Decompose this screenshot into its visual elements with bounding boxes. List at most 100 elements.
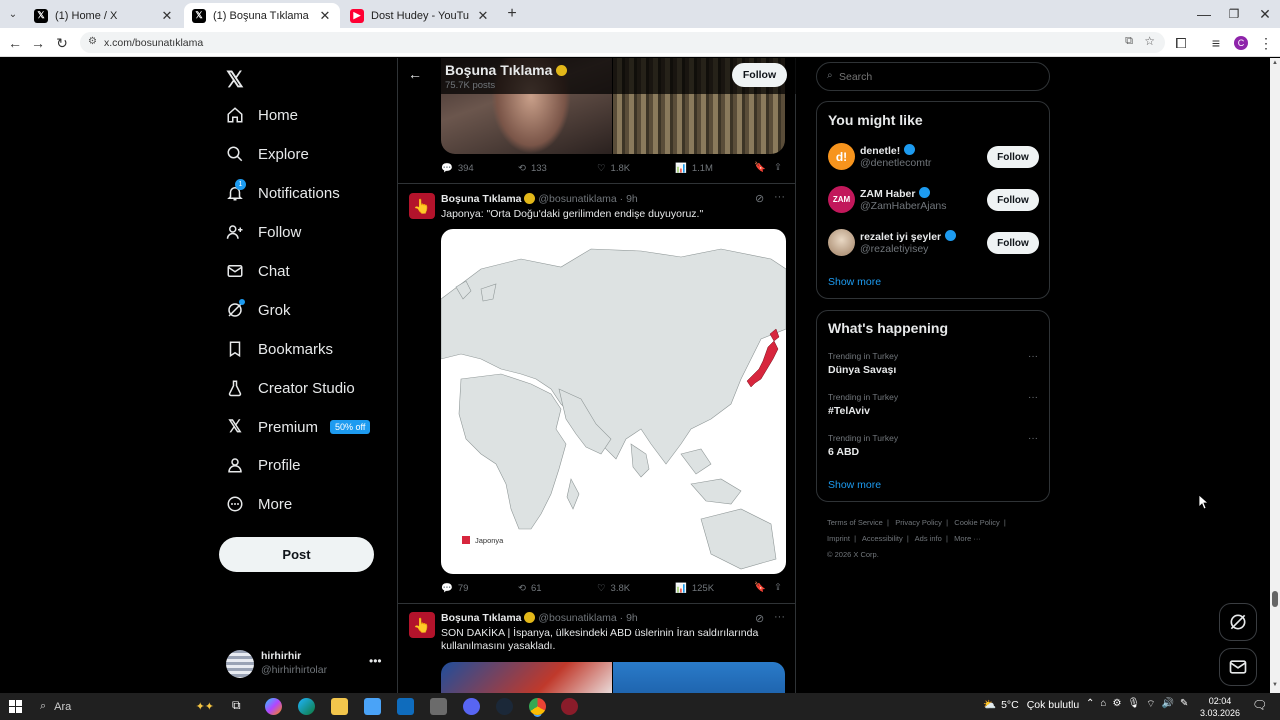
back-arrow-icon[interactable]: ← [408, 66, 422, 82]
tweet-avatar[interactable]: 👆 [409, 193, 435, 219]
search-box[interactable]: ⌕ [816, 62, 1050, 91]
more-options-icon[interactable]: ··· [774, 191, 785, 203]
wifi-icon[interactable]: ⌔ [1146, 698, 1155, 711]
notification-center-icon[interactable]: 🗨 [1252, 698, 1267, 712]
show-more-link[interactable]: Show more [828, 276, 881, 288]
messages-floating-button[interactable] [1219, 648, 1257, 686]
chevron-up-icon[interactable]: ⌃ [1086, 698, 1094, 711]
reply-action[interactable]: 💬 394 [441, 163, 474, 174]
tab-search-icon[interactable]: ⌄ [4, 5, 22, 23]
pen-icon[interactable]: ✎ [1180, 698, 1188, 711]
x-logo-icon[interactable]: 𝕏 [226, 67, 244, 93]
share-action[interactable]: ⇪ [774, 162, 782, 173]
sidebar-item-grok[interactable]: Grok [226, 299, 291, 319]
browser-menu-icon[interactable]: ⋮ [1257, 34, 1275, 52]
sidebar-item-profile[interactable]: Profile [226, 456, 301, 474]
like-action[interactable]: ♡ 1.8K [597, 163, 630, 174]
new-tab-icon[interactable]: + [503, 5, 521, 23]
tab-youtube[interactable]: ▶ Dost Hudey - YouTube ✕ [342, 3, 498, 28]
app-icon[interactable] [430, 698, 447, 715]
footer-link[interactable]: Accessibility [862, 534, 903, 543]
sidebar-item-explore[interactable]: Explore [226, 145, 309, 163]
post-button[interactable]: Post [219, 537, 374, 572]
trend-item[interactable]: Trending in Turkey Dünya Savaşı ··· [828, 351, 1038, 376]
search-input[interactable] [839, 68, 1039, 85]
more-options-icon[interactable]: ··· [1028, 433, 1038, 444]
close-icon[interactable]: ✕ [476, 8, 490, 24]
follow-button[interactable]: Follow [987, 232, 1039, 254]
sidebar-item-chat[interactable]: Chat [226, 262, 290, 280]
bookmark-star-icon[interactable]: ☆ [1144, 34, 1155, 48]
sidebar-item-bookmarks[interactable]: Bookmarks [226, 340, 333, 358]
sidebar-item-follow[interactable]: Follow [226, 223, 301, 241]
tweet-author-name[interactable]: Boşuna Tıklama [441, 612, 522, 624]
back-icon[interactable]: ← [6, 34, 24, 52]
footer-link[interactable]: Cookie Policy [954, 518, 999, 527]
tab-profile[interactable]: 𝕏 (1) Boşuna Tıklama (@bosunati... ✕ [184, 3, 340, 28]
install-app-icon[interactable]: ⧉ [1125, 35, 1133, 48]
tweet-handle[interactable]: @bosunatiklama [538, 612, 616, 624]
steam-icon[interactable] [496, 698, 513, 715]
scroll-up-icon[interactable]: ▲ [1272, 60, 1278, 66]
follow-button[interactable]: Follow [732, 63, 787, 87]
bookmark-action[interactable]: 🔖 [754, 582, 766, 593]
scroll-down-icon[interactable]: ▼ [1272, 682, 1278, 688]
account-switcher[interactable]: hirhirhir @hirhirhirtolar ••• [226, 648, 386, 682]
suggestion-row[interactable]: ZAM ZAM Haber @ZamHaberAjans Follow [817, 183, 1049, 219]
repost-action[interactable]: ⟲ 133 [518, 163, 547, 174]
footer-link[interactable]: Ads info [915, 534, 942, 543]
sidebar-item-premium[interactable]: 𝕏 Premium 50% off [226, 417, 371, 436]
more-options-icon[interactable]: ··· [774, 611, 785, 623]
weather-widget[interactable]: ⛅ 5°C Çok bulutlu [983, 698, 1079, 712]
sidebar-item-home[interactable]: Home [226, 106, 298, 124]
bookmark-action[interactable]: 🔖 [754, 162, 766, 173]
tab-home[interactable]: 𝕏 (1) Home / X ✕ [26, 3, 182, 28]
store-icon[interactable] [364, 698, 381, 715]
minimize-icon[interactable]: — [1195, 5, 1213, 23]
like-action[interactable]: ♡ 3.8K [597, 583, 630, 594]
tweet-media-left[interactable] [441, 662, 612, 693]
more-options-icon[interactable]: ··· [1028, 351, 1038, 362]
more-options-icon[interactable]: ··· [1028, 392, 1038, 403]
tweet-avatar[interactable]: 👆 [409, 612, 435, 638]
footer-link[interactable]: Imprint [827, 534, 850, 543]
tweet-media-map[interactable]: Japonya [441, 229, 786, 574]
suggestion-row[interactable]: d! denetle! @denetlecomtr Follow [817, 140, 1049, 176]
edge-icon[interactable] [298, 698, 315, 715]
tweet-media-right[interactable] [613, 662, 785, 693]
sidebar-item-creator-studio[interactable]: Creator Studio [226, 379, 355, 397]
taskbar-search[interactable]: ⌕ Ara ✦✦ [32, 695, 222, 718]
tweet-time[interactable]: · 9h [620, 612, 638, 624]
footer-link[interactable]: Privacy Policy [895, 518, 942, 527]
window-close-icon[interactable]: ✕ [1256, 5, 1274, 23]
trend-item[interactable]: Trending in Turkey 6 ABD ··· [828, 433, 1038, 458]
repost-action[interactable]: ⟲ 61 [518, 583, 542, 594]
footer-link[interactable]: More ··· [954, 534, 981, 543]
address-bar[interactable]: ⚙ x.com/bosunatıklama ⧉ ☆ [80, 32, 1165, 53]
tray-icons[interactable]: ⌃ ⌂ ⚙ 🎙 ⌔ 🔊 ✎ [1086, 698, 1188, 711]
clock[interactable]: 02:04 3.03.2026 [1200, 695, 1240, 719]
speaker-icon[interactable]: 🔊 [1162, 698, 1174, 711]
network-icon[interactable]: ⌂ [1100, 698, 1106, 711]
reload-icon[interactable]: ↻ [53, 34, 71, 52]
start-windows-icon[interactable] [9, 700, 22, 713]
task-view-icon[interactable]: ⧉ [232, 698, 249, 715]
tweet-time[interactable]: · 9h [620, 193, 638, 205]
tweet-handle[interactable]: @bosunatiklama [538, 193, 616, 205]
tweet-author-name[interactable]: Boşuna Tıklama [441, 193, 522, 205]
microphone-icon[interactable]: 🎙 [1127, 698, 1140, 711]
sidebar-item-more[interactable]: More [226, 495, 292, 513]
grok-floating-button[interactable] [1219, 603, 1257, 641]
views-action[interactable]: 📊 125K [675, 583, 714, 594]
show-more-link[interactable]: Show more [828, 479, 881, 491]
profile-avatar[interactable]: C [1232, 34, 1250, 52]
app-icon[interactable] [561, 698, 578, 715]
close-icon[interactable]: ✕ [160, 8, 174, 24]
trend-item[interactable]: Trending in Turkey #TelAviv ··· [828, 392, 1038, 417]
tray-app-icon[interactable]: ⚙ [1112, 698, 1121, 711]
scrollbar-thumb[interactable] [1272, 591, 1278, 607]
copilot-icon[interactable] [265, 698, 282, 715]
site-info-icon[interactable]: ⚙ [88, 36, 97, 47]
extensions-icon[interactable]: ⧠ [1172, 34, 1190, 52]
page-scrollbar[interactable]: ▲ ▼ [1270, 58, 1280, 693]
